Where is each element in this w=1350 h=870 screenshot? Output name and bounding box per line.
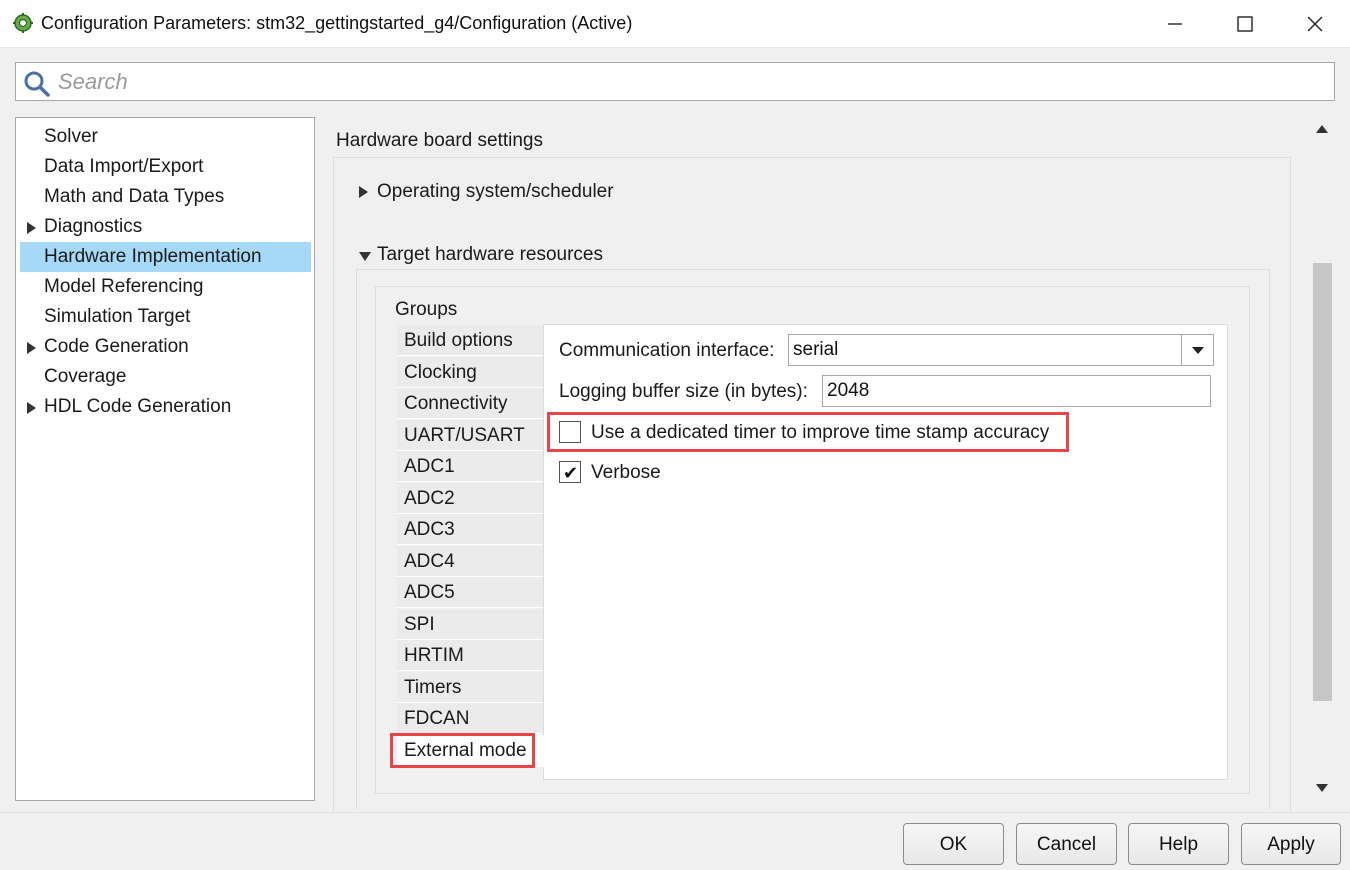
tree-item-label: Code Generation bbox=[44, 336, 189, 357]
logging-buffer-label: Logging buffer size (in bytes): bbox=[559, 381, 808, 402]
tree-item-label: Hardware Implementation bbox=[44, 246, 262, 267]
gear-icon bbox=[13, 13, 33, 33]
tree-item-label: Coverage bbox=[44, 366, 127, 387]
search-box bbox=[15, 62, 1335, 101]
tree-item-simulation-target[interactable]: Simulation Target bbox=[20, 302, 311, 332]
tab-adc4[interactable]: ADC4 bbox=[397, 546, 543, 577]
maximize-icon bbox=[1237, 16, 1253, 32]
help-button[interactable]: Help bbox=[1128, 823, 1229, 865]
chevron-down-icon bbox=[1191, 346, 1204, 354]
verbose-checkbox[interactable]: ✔ bbox=[559, 461, 581, 483]
verbose-label: Verbose bbox=[591, 462, 661, 483]
tab-timers[interactable]: Timers bbox=[397, 672, 543, 703]
tab-adc3[interactable]: ADC3 bbox=[397, 514, 543, 545]
expand-triangle-icon bbox=[359, 186, 368, 198]
dedicated-timer-highlight bbox=[547, 412, 1069, 452]
tab-spi[interactable]: SPI bbox=[397, 609, 543, 640]
tree-item-label: HDL Code Generation bbox=[44, 396, 232, 417]
tree-item-data-import-export[interactable]: Data Import/Export bbox=[20, 152, 311, 182]
scroll-down-icon[interactable] bbox=[1316, 784, 1328, 792]
ok-button[interactable]: OK bbox=[903, 823, 1004, 865]
category-tree: Solver Data Import/Export Math and Data … bbox=[15, 117, 315, 801]
expand-triangle-icon[interactable] bbox=[27, 222, 36, 234]
search-icon bbox=[24, 71, 50, 97]
window-title: Configuration Parameters: stm32_gettings… bbox=[41, 13, 633, 33]
tab-hrtim[interactable]: HRTIM bbox=[397, 640, 543, 671]
comm-interface-label: Communication interface: bbox=[559, 340, 775, 361]
target-resources-label: Target hardware resources bbox=[377, 244, 603, 265]
tab-uart-usart[interactable]: UART/USART bbox=[397, 420, 543, 451]
title-bar: Configuration Parameters: stm32_gettings… bbox=[0, 0, 1350, 48]
groups-label: Groups bbox=[395, 299, 458, 320]
tab-fdcan[interactable]: FDCAN bbox=[397, 703, 543, 734]
maximize-button[interactable] bbox=[1210, 0, 1280, 48]
external-mode-highlight bbox=[390, 733, 535, 768]
tree-item-label: Model Referencing bbox=[44, 276, 204, 297]
tree-item-solver[interactable]: Solver bbox=[20, 122, 311, 152]
os-scheduler-label: Operating system/scheduler bbox=[377, 181, 614, 202]
tab-adc2[interactable]: ADC2 bbox=[397, 483, 543, 514]
tab-clocking[interactable]: Clocking bbox=[397, 357, 543, 388]
scroll-up-icon[interactable] bbox=[1316, 125, 1328, 133]
minimize-button[interactable] bbox=[1140, 0, 1210, 48]
logging-buffer-value: 2048 bbox=[827, 380, 870, 401]
cancel-button[interactable]: Cancel bbox=[1016, 823, 1117, 865]
tab-build-options[interactable]: Build options bbox=[397, 325, 543, 356]
tab-connectivity[interactable]: Connectivity bbox=[397, 388, 543, 419]
expand-triangle-icon[interactable] bbox=[27, 402, 36, 414]
tree-item-code-generation[interactable]: Code Generation bbox=[20, 332, 311, 362]
tree-item-label: Diagnostics bbox=[44, 216, 143, 237]
tree-item-label: Math and Data Types bbox=[44, 186, 225, 207]
comm-interface-value: serial bbox=[793, 339, 839, 360]
checkmark-icon: ✔ bbox=[563, 463, 579, 483]
tab-adc1[interactable]: ADC1 bbox=[397, 451, 543, 482]
tree-item-math-data-types[interactable]: Math and Data Types bbox=[20, 182, 311, 212]
tree-item-hardware-implementation[interactable]: Hardware Implementation bbox=[20, 242, 311, 272]
search-input[interactable] bbox=[56, 67, 1326, 97]
tab-adc5[interactable]: ADC5 bbox=[397, 577, 543, 608]
close-button[interactable] bbox=[1280, 0, 1350, 48]
collapse-triangle-icon bbox=[359, 252, 371, 261]
tree-item-diagnostics[interactable]: Diagnostics bbox=[20, 212, 311, 242]
apply-button[interactable]: Apply bbox=[1241, 823, 1341, 865]
tree-item-label: Solver bbox=[44, 126, 98, 147]
comm-interface-select[interactable]: serial bbox=[788, 334, 1214, 366]
expand-triangle-icon[interactable] bbox=[27, 342, 36, 354]
tree-item-coverage[interactable]: Coverage bbox=[20, 362, 311, 392]
scrollbar-thumb[interactable] bbox=[1313, 263, 1332, 701]
section-title: Hardware board settings bbox=[336, 130, 543, 151]
dropdown-button[interactable] bbox=[1181, 335, 1213, 365]
tree-item-label: Simulation Target bbox=[44, 306, 191, 327]
tree-item-hdl-code-generation[interactable]: HDL Code Generation bbox=[20, 392, 311, 422]
tree-item-label: Data Import/Export bbox=[44, 156, 204, 177]
tree-item-model-referencing[interactable]: Model Referencing bbox=[20, 272, 311, 302]
minimize-icon bbox=[1168, 23, 1182, 25]
logging-buffer-input[interactable]: 2048 bbox=[822, 375, 1211, 407]
close-icon bbox=[1307, 16, 1323, 32]
